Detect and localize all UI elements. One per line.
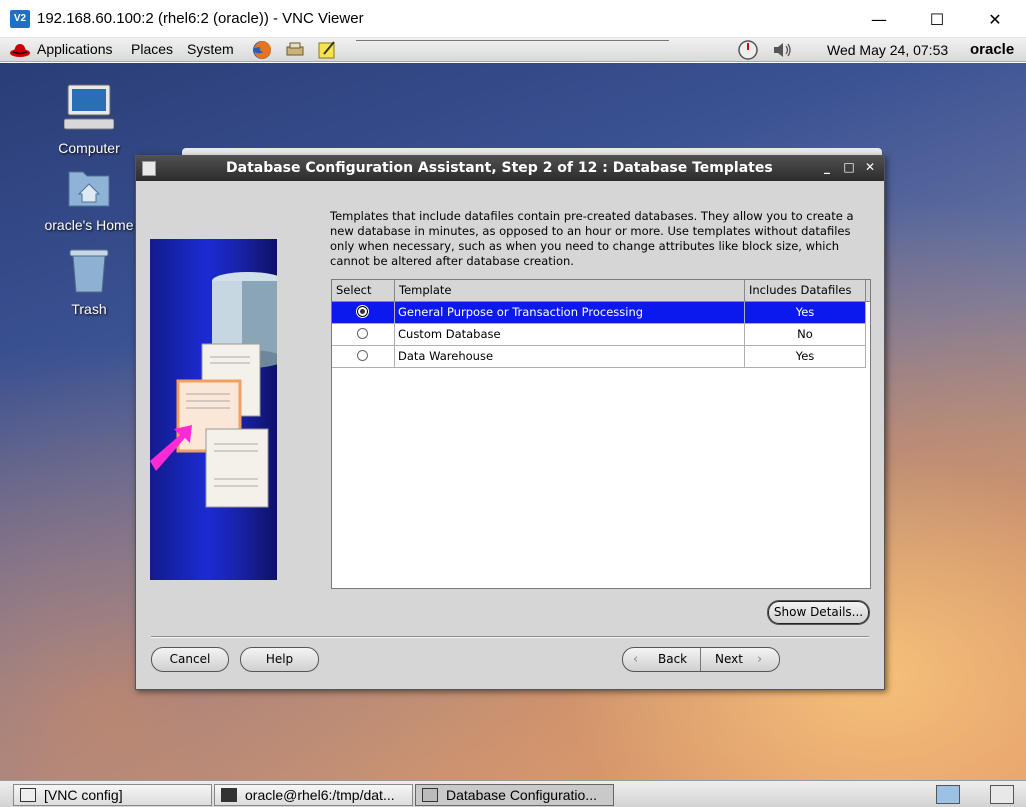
trash-icon (69, 249, 109, 293)
includes-datafiles-value: Yes (745, 346, 866, 367)
cancel-button[interactable]: Cancel (151, 647, 229, 672)
vnc-window-title: 192.168.60.100:2 (rhel6:2 (oracle)) - VN… (37, 10, 364, 27)
terminal-icon (221, 788, 237, 802)
desktop-icon-label: oracle's Home (44, 217, 134, 233)
next-button-label: Next (715, 652, 743, 666)
next-button[interactable]: Next › (701, 648, 779, 671)
templates-table: Select Template Includes Datafiles Gener… (331, 279, 871, 589)
desktop-icon-computer[interactable]: Computer (39, 83, 139, 156)
volume-icon[interactable] (771, 39, 793, 61)
panel-user[interactable]: oracle (970, 41, 1014, 58)
workspace-1[interactable] (936, 785, 960, 804)
taskbar-item-dbca[interactable]: Database Configuratio... (415, 784, 614, 806)
bottom-taskbar: [VNC config] oracle@rhel6:/tmp/dat... Da… (0, 780, 1026, 807)
vnc-app-icon: V2 (10, 10, 30, 28)
menu-places[interactable]: Places (131, 41, 173, 57)
maximize-button[interactable]: ☐ (908, 0, 966, 38)
redhat-icon[interactable] (9, 41, 31, 59)
template-name: Custom Database (395, 324, 745, 345)
button-divider (151, 636, 869, 638)
desktop-icon-trash[interactable]: Trash (39, 246, 139, 317)
taskbar-item-label: [VNC config] (44, 787, 123, 803)
home-folder-icon (68, 171, 110, 207)
table-header: Select Template Includes Datafiles (332, 280, 870, 302)
back-button[interactable]: ‹ Back (623, 648, 701, 671)
help-button[interactable]: Help (240, 647, 319, 672)
window-icon (20, 788, 36, 802)
templates-illustration (150, 239, 277, 580)
intro-text: Templates that include datafiles contain… (330, 209, 854, 268)
dialog-titlebar[interactable]: Database Configuration Assistant, Step 2… (136, 156, 884, 181)
navigation-buttons: ‹ Back Next › (622, 647, 780, 672)
performance-icon[interactable] (737, 39, 759, 61)
template-radio-custom-database[interactable] (357, 328, 368, 339)
taskbar-item-terminal[interactable]: oracle@rhel6:/tmp/dat... (214, 784, 413, 806)
panel-clock[interactable]: Wed May 24, 07:53 (827, 42, 948, 58)
desktop-icon-home[interactable]: oracle's Home (39, 166, 139, 233)
includes-datafiles-value: No (745, 324, 866, 345)
table-row[interactable]: Data Warehouse Yes (332, 346, 866, 368)
firefox-icon[interactable] (251, 39, 273, 61)
column-header-includes-datafiles[interactable]: Includes Datafiles (745, 280, 866, 302)
taskbar-item-label: oracle@rhel6:/tmp/dat... (245, 787, 395, 803)
menu-system[interactable]: System (187, 41, 234, 57)
dialog-maximize-button[interactable]: □ (842, 160, 856, 176)
table-row[interactable]: Custom Database No (332, 324, 866, 346)
taskbar-item-label: Database Configuratio... (446, 787, 597, 803)
includes-datafiles-value: Yes (745, 302, 866, 323)
minimize-button[interactable]: — (850, 0, 908, 38)
table-row[interactable]: General Purpose or Transaction Processin… (332, 302, 866, 324)
column-header-select[interactable]: Select (332, 280, 395, 302)
template-name: Data Warehouse (395, 346, 745, 367)
column-header-template[interactable]: Template (395, 280, 745, 302)
taskbar-item-vnc-config[interactable]: [VNC config] (13, 784, 212, 806)
top-panel: Applications Places System Wed May 24, 0… (0, 38, 1026, 62)
chevron-right-icon: › (757, 652, 763, 667)
workspace-2[interactable] (990, 785, 1014, 804)
dialog-close-button[interactable]: ✕ (863, 160, 877, 176)
notes-icon[interactable] (316, 39, 338, 61)
desktop-icon-label: Computer (58, 140, 120, 156)
panel-separator (356, 40, 669, 42)
template-radio-general-purpose[interactable] (357, 306, 368, 317)
dialog-title: Database Configuration Assistant, Step 2… (226, 160, 773, 176)
template-radio-data-warehouse[interactable] (357, 350, 368, 361)
show-details-button[interactable]: Show Details... (767, 600, 870, 625)
back-button-label: Back (658, 652, 688, 666)
dialog-app-icon (142, 161, 156, 176)
vnc-window-titlebar: V2 192.168.60.100:2 (rhel6:2 (oracle)) -… (0, 0, 1026, 38)
network-icon[interactable] (284, 39, 306, 61)
desktop-icon-label: Trash (71, 301, 107, 317)
dbca-dialog: Database Configuration Assistant, Step 2… (135, 155, 885, 690)
close-button[interactable]: ✕ (966, 0, 1024, 38)
menu-applications[interactable]: Applications (37, 41, 113, 57)
chevron-left-icon: ‹ (633, 652, 639, 667)
dialog-minimize-button[interactable]: _ (820, 160, 834, 176)
template-name: General Purpose or Transaction Processin… (395, 302, 745, 323)
computer-icon (63, 84, 115, 130)
database-icon (422, 788, 438, 802)
